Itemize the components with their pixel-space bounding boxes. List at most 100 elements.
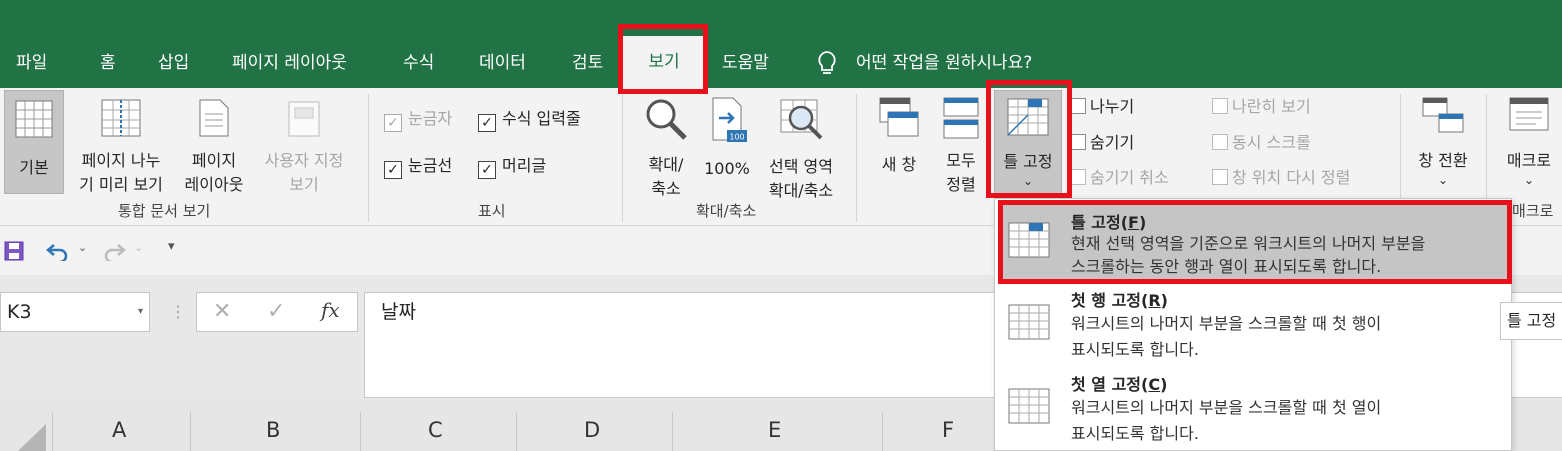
group-label-macros: 매크로	[1512, 202, 1554, 220]
tab-home[interactable]: 홈	[100, 50, 116, 76]
page-layout-view-button[interactable]: 페이지 레이아웃	[176, 90, 252, 197]
view-side-by-side-button[interactable]: 나란히 보기	[1212, 95, 1311, 119]
column-header-a[interactable]: A	[112, 418, 126, 442]
menu-desc-freeze-first-column-1: 워크시트의 나머지 부분을 스크롤할 때 첫 열이	[1071, 398, 1382, 417]
chevron-down-icon[interactable]: ▾	[138, 293, 143, 331]
menu-item-freeze-first-column[interactable]: 첫 열 고정(C) 워크시트의 나머지 부분을 스크롤할 때 첫 열이 표시되도…	[1001, 371, 1507, 451]
reset-window-position-button[interactable]: 창 위치 다시 정렬	[1212, 166, 1350, 190]
redo-dropdown-icon[interactable]: ⌄	[134, 241, 143, 254]
formula-buttons: ✕ ✓ fx	[196, 292, 358, 332]
page-break-label-2: 기 미리 보기	[79, 175, 163, 194]
reset-position-icon	[1212, 169, 1228, 185]
vertical-dots-icon[interactable]: ⋮	[170, 300, 186, 324]
page-break-preview-button[interactable]: 페이지 나누 기 미리 보기	[68, 90, 174, 197]
zoom-100-button[interactable]: 100 100%	[700, 90, 754, 181]
side-by-side-icon	[1212, 98, 1228, 114]
column-header-b[interactable]: B	[266, 418, 280, 442]
undo-icon[interactable]	[46, 241, 70, 261]
tab-review[interactable]: 검토	[572, 50, 603, 76]
headings-checkbox[interactable]: ✓ 머리글	[478, 154, 546, 179]
split-label: 나누기	[1090, 97, 1135, 116]
switch-windows-label: 창 전환	[1418, 151, 1468, 170]
group-label-workbook-views: 통합 문서 보기	[118, 202, 211, 220]
select-all-icon[interactable]	[0, 410, 50, 451]
checkbox-checked-icon: ✓	[478, 161, 496, 179]
page-layout-label-1: 페이지	[191, 151, 237, 170]
ruler-checkbox[interactable]: ✓ 눈금자	[384, 107, 452, 132]
menu-title-freeze-panes: 틀 고정	[1071, 213, 1121, 232]
formula-bar-label: 수식 입력줄	[502, 109, 581, 128]
column-header-e[interactable]: E	[768, 418, 781, 442]
freeze-panes-label: 틀 고정	[1003, 152, 1053, 171]
save-icon[interactable]	[4, 241, 24, 261]
custom-views-button[interactable]: 사용자 지정 보기	[254, 90, 354, 197]
custom-views-label-1: 사용자 지정	[264, 151, 344, 170]
new-window-button[interactable]: 새 창	[870, 90, 928, 177]
menu-item-freeze-panes[interactable]: 틀 고정(F) 현재 선택 영역을 기준으로 워크시트의 나머지 부분을 스크롤…	[1001, 205, 1507, 283]
normal-view-icon	[15, 100, 53, 138]
tab-data[interactable]: 데이터	[479, 50, 526, 76]
tab-page-layout[interactable]: 페이지 레이아웃	[232, 50, 347, 76]
group-separator	[622, 94, 623, 222]
column-divider	[190, 412, 191, 451]
arrange-all-label-1: 모두	[946, 151, 976, 170]
insert-function-icon[interactable]: fx	[321, 298, 340, 322]
column-divider	[882, 412, 883, 451]
menu-desc-freeze-panes-2: 스크롤하는 동안 행과 열이 표시되도록 합니다.	[1071, 257, 1382, 276]
gridlines-checkbox[interactable]: ✓ 눈금선	[384, 154, 452, 179]
name-box[interactable]: K3 ▾	[0, 292, 150, 332]
split-button[interactable]: 나누기	[1070, 95, 1134, 119]
zoom-selection-label-2: 확대/축소	[768, 181, 834, 200]
formula-bar-checkbox[interactable]: ✓ 수식 입력줄	[478, 107, 581, 132]
menu-item-freeze-top-row[interactable]: 첫 행 고정(R) 워크시트의 나머지 부분을 스크롤할 때 첫 행이 표시되도…	[1001, 287, 1507, 369]
unhide-label: 숨기기 취소	[1090, 168, 1169, 187]
hide-button[interactable]: 숨기기	[1070, 131, 1134, 155]
customize-qat-icon[interactable]: ▾	[168, 239, 175, 254]
freeze-panes-button[interactable]: 틀 고정 ⌄	[994, 90, 1062, 194]
svg-text:100: 100	[729, 133, 744, 142]
menu-desc-freeze-first-column-2: 표시되도록 합니다.	[1071, 424, 1199, 443]
column-header-f[interactable]: F	[942, 418, 954, 442]
arrange-all-button[interactable]: 모두 정렬	[936, 90, 986, 197]
column-divider	[52, 412, 53, 451]
zoom-label-2: 축소	[651, 179, 681, 198]
enter-check-icon[interactable]: ✓	[267, 299, 285, 324]
tab-formulas[interactable]: 수식	[403, 50, 434, 76]
custom-views-label-2: 보기	[289, 175, 319, 194]
switch-windows-button[interactable]: 창 전환 ⌄	[1408, 90, 1478, 187]
checkbox-checked-icon: ✓	[384, 161, 402, 179]
arrange-all-icon	[943, 97, 979, 139]
menu-desc-freeze-panes-1: 현재 선택 영역을 기준으로 워크시트의 나머지 부분을	[1071, 234, 1426, 253]
redo-icon[interactable]	[102, 241, 126, 261]
checkbox-checked-icon: ✓	[478, 114, 496, 132]
tell-me-search[interactable]: 어떤 작업을 원하시나요?	[856, 50, 1032, 76]
sync-scroll-icon	[1212, 134, 1228, 150]
freeze-first-column-icon	[1008, 388, 1050, 424]
menu-title-freeze-first-column: 첫 열 고정	[1071, 375, 1142, 394]
page-layout-label-2: 레이아웃	[184, 175, 244, 194]
column-header-d[interactable]: D	[584, 418, 600, 442]
tab-insert[interactable]: 삽입	[158, 50, 189, 76]
zoom-to-selection-button[interactable]: 선택 영역 확대/축소	[758, 90, 844, 203]
chevron-down-icon: ⌄	[1523, 173, 1535, 187]
tab-help[interactable]: 도움말	[722, 50, 769, 76]
sync-scroll-label: 동시 스크롤	[1232, 133, 1311, 152]
menu-title-freeze-top-row: 첫 행 고정	[1071, 291, 1142, 310]
unhide-button[interactable]: 숨기기 취소	[1070, 166, 1169, 190]
synchronous-scrolling-button[interactable]: 동시 스크롤	[1212, 131, 1311, 155]
zoom-selection-icon	[780, 99, 823, 140]
column-header-c[interactable]: C	[428, 418, 443, 442]
split-icon	[1070, 98, 1086, 114]
zoom-button[interactable]: 확대/ 축소	[636, 90, 696, 201]
zoom-100-icon: 100	[712, 97, 747, 142]
column-divider	[672, 412, 673, 451]
column-divider	[360, 412, 361, 451]
tab-view[interactable]: 보기	[622, 36, 706, 88]
tab-file[interactable]: 파일	[16, 50, 47, 76]
normal-view-button[interactable]: 기본	[4, 90, 64, 194]
accelerator-key: R	[1148, 291, 1161, 310]
page-break-preview-icon	[101, 99, 141, 137]
cancel-icon[interactable]: ✕	[213, 299, 231, 324]
macros-button[interactable]: 매크로 ⌄	[1496, 90, 1562, 187]
undo-dropdown-icon[interactable]: ⌄	[78, 241, 87, 254]
